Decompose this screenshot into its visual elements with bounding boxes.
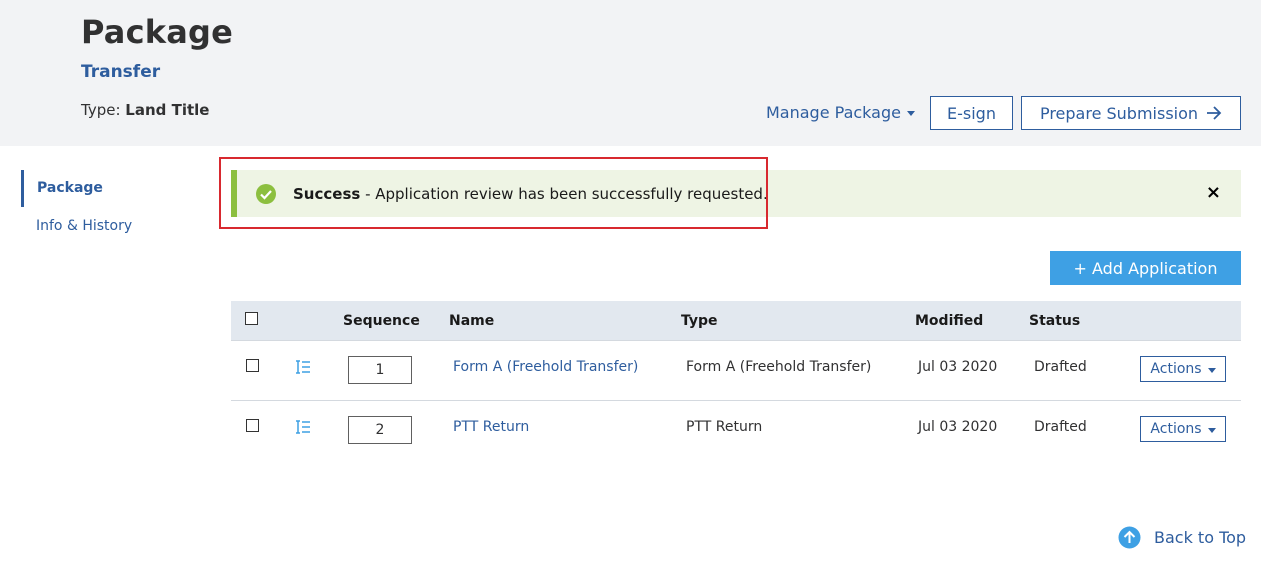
actions-dropdown-button[interactable]: Actions — [1140, 416, 1226, 442]
sidebar-item-package[interactable]: Package — [21, 170, 103, 207]
row-divider — [231, 340, 1241, 341]
status-text: Drafted — [1034, 419, 1087, 435]
application-name-link[interactable]: PTT Return — [453, 419, 529, 435]
table-header: Sequence Name Type Modified Status — [231, 301, 1241, 341]
column-header-modified: Modified — [915, 313, 984, 329]
page-subtitle: Transfer — [81, 62, 161, 82]
actions-dropdown-button[interactable]: Actions — [1140, 356, 1226, 382]
row-checkbox[interactable] — [246, 359, 259, 372]
actions-label: Actions — [1150, 421, 1202, 437]
caret-down-icon — [1207, 427, 1216, 433]
arrow-right-icon — [1206, 106, 1222, 120]
application-type: Form A (Freehold Transfer) — [686, 359, 872, 375]
add-application-button[interactable]: + Add Application — [1050, 251, 1241, 285]
sequence-input[interactable]: 2 — [348, 416, 412, 444]
arrow-up-circle-icon — [1118, 526, 1141, 549]
column-header-sequence: Sequence — [343, 313, 420, 329]
esign-button[interactable]: E-sign — [930, 96, 1013, 130]
prepare-submission-button[interactable]: Prepare Submission — [1021, 96, 1241, 130]
application-name-link[interactable]: Form A (Freehold Transfer) — [453, 359, 638, 375]
package-type-value: Land Title — [125, 101, 210, 119]
close-icon[interactable]: × — [1206, 184, 1221, 202]
caret-down-icon — [1207, 367, 1216, 373]
reorder-list-icon[interactable] — [295, 360, 311, 374]
actions-label: Actions — [1150, 361, 1202, 377]
column-header-name: Name — [449, 313, 495, 329]
column-header-type: Type — [681, 313, 718, 329]
status-text: Drafted — [1034, 359, 1087, 375]
application-type: PTT Return — [686, 419, 763, 435]
column-header-status: Status — [1029, 313, 1081, 329]
back-to-top-link[interactable]: Back to Top — [1118, 526, 1246, 549]
row-divider — [231, 400, 1241, 401]
package-type: Type: Land Title — [81, 101, 209, 119]
manage-package-dropdown[interactable]: Manage Package — [766, 103, 915, 122]
row-checkbox[interactable] — [246, 419, 259, 432]
reorder-list-icon[interactable] — [295, 420, 311, 434]
page-title: Package — [81, 13, 234, 51]
manage-package-label: Manage Package — [766, 103, 901, 122]
modified-date: Jul 03 2020 — [918, 359, 998, 375]
modified-date: Jul 03 2020 — [918, 419, 998, 435]
page-header: Package Transfer Type: Land Title Manage… — [0, 0, 1261, 146]
sequence-input[interactable]: 1 — [348, 356, 412, 384]
select-all-checkbox[interactable] — [245, 312, 258, 325]
prepare-submission-label: Prepare Submission — [1039, 103, 1199, 123]
sidebar-item-info-history[interactable]: Info & History — [21, 216, 132, 236]
highlight-annotation — [219, 157, 768, 229]
caret-down-icon — [906, 111, 915, 116]
package-type-label: Type: — [81, 101, 121, 119]
back-to-top-label: Back to Top — [1154, 528, 1247, 547]
